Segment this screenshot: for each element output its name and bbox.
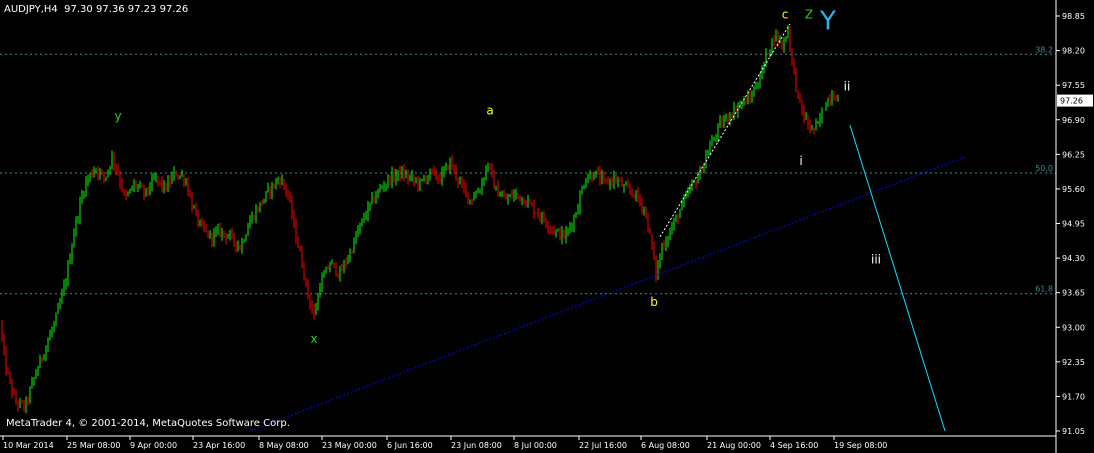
wave-label: i	[799, 154, 802, 168]
fib-level-label: 50.0	[1035, 164, 1053, 173]
x-tick-label: 8 Jul 00:00	[514, 441, 557, 450]
x-tick-label: 25 Mar 08:00	[67, 441, 120, 450]
wave-label: a	[486, 103, 493, 117]
x-tick-label: 23 May 00:00	[322, 441, 377, 450]
y-tick-label: 95.60	[1062, 185, 1085, 194]
fib-level-label: 38.2	[1035, 45, 1053, 54]
current-price-label: 97.26	[1060, 97, 1083, 106]
x-tick-label: 8 May 08:00	[259, 441, 309, 450]
y-tick-label: 91.05	[1062, 427, 1085, 436]
x-tick-label: 23 Apr 16:00	[193, 441, 245, 450]
x-tick-label: 4 Sep 16:00	[770, 441, 818, 450]
x-tick-label: 6 Jun 16:00	[387, 441, 433, 450]
x-tick-label: 23 Jun 08:00	[451, 441, 502, 450]
x-tick-label: 22 Jul 16:00	[579, 441, 627, 450]
y-tick-label: 98.85	[1062, 12, 1085, 21]
wave-label: b	[650, 295, 658, 309]
y-tick-label: 98.20	[1062, 47, 1085, 56]
wave-label: Z	[805, 8, 813, 22]
wave-label: iii	[871, 252, 881, 266]
y-tick-label: 96.25	[1062, 150, 1085, 159]
wave-label: Y	[819, 6, 836, 36]
y-tick-label: 93.65	[1062, 289, 1085, 298]
y-tick-label: 94.30	[1062, 254, 1085, 263]
y-tick-label: 92.35	[1062, 358, 1085, 367]
wave-label: x	[310, 332, 317, 346]
y-tick-label: 91.70	[1062, 392, 1085, 401]
x-tick-label: 19 Sep 08:00	[834, 441, 887, 450]
x-tick-label: 21 Aug 00:00	[707, 441, 761, 450]
x-tick-label: 6 Aug 08:00	[641, 441, 690, 450]
symbol-timeframe: AUDJPY,H4	[4, 4, 58, 15]
copyright-notice: MetaTrader 4, © 2001-2014, MetaQuotes So…	[6, 418, 290, 429]
fib-level-label: 61.8	[1035, 285, 1053, 294]
ohlc-readout: 97.30 97.36 97.23 97.26	[64, 4, 189, 15]
y-tick-label: 96.90	[1062, 116, 1085, 125]
price-chart[interactable]: 38.250.061.8 yxabc Z Yiiiiii 98.8598.2097.…	[0, 0, 1094, 453]
chart-header: AUDJPY,H4 97.30 97.36 97.23 97.26	[4, 4, 188, 15]
wave-label: y	[114, 109, 121, 123]
wave-label: c	[782, 8, 789, 22]
x-tick-label: 9 Apr 00:00	[130, 441, 177, 450]
y-tick-label: 94.95	[1062, 220, 1085, 229]
y-tick-label: 93.00	[1062, 323, 1085, 332]
x-tick-label: 10 Mar 2014	[3, 441, 54, 450]
y-tick-label: 97.55	[1062, 81, 1085, 90]
wave-label: ii	[844, 79, 851, 93]
chart-background	[0, 0, 1094, 453]
